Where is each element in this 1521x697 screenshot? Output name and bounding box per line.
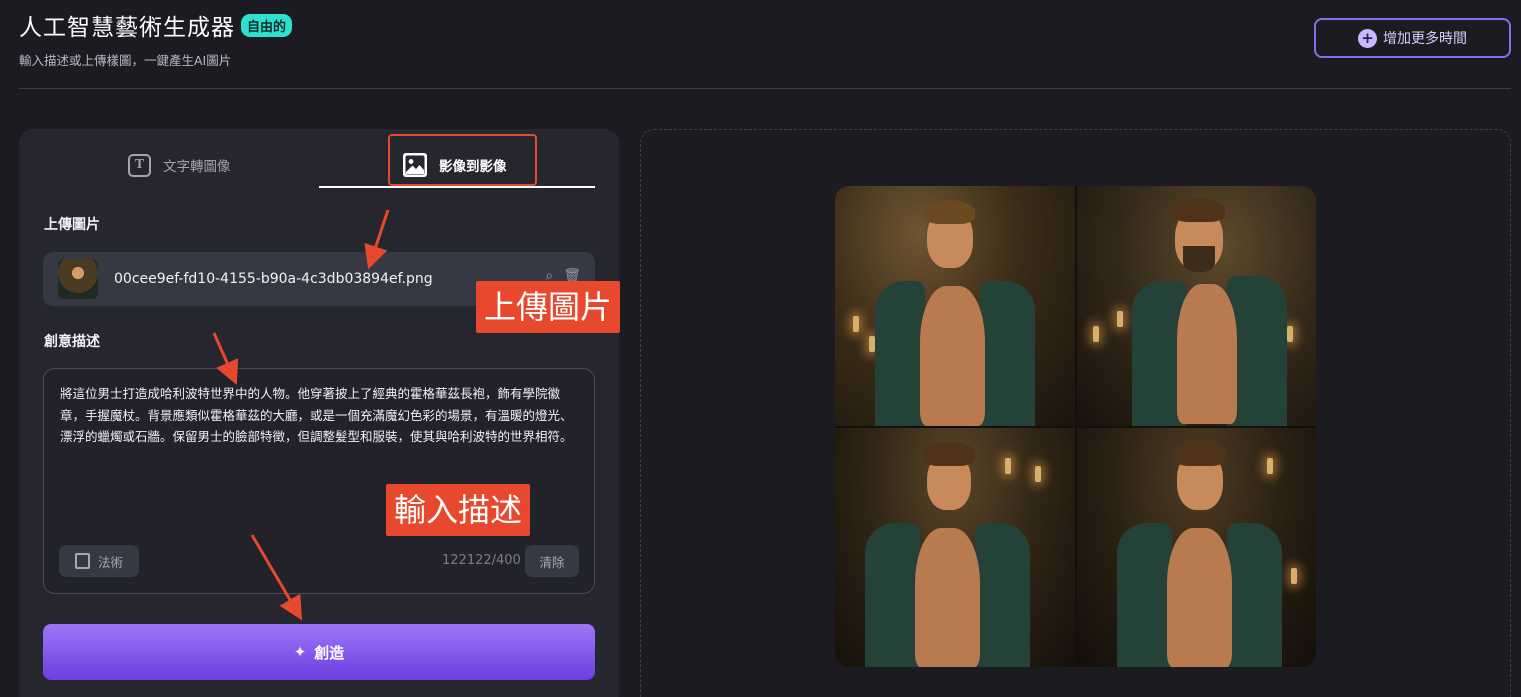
arrow-description [212,332,239,385]
result-preview-area [640,129,1511,697]
app-root: 人工智慧藝術生成器 自由的 輸入描述或上傳樣圖，一鍵產生AI圖片 + 增加更多時… [0,0,1521,697]
generated-image-2[interactable] [1076,186,1316,426]
arrow-create [250,534,303,621]
generated-image-grid[interactable] [835,186,1316,667]
generated-image-4[interactable] [1076,427,1316,667]
generated-image-3[interactable] [835,427,1075,667]
generated-image-1[interactable] [835,186,1075,426]
arrow-upload [364,209,390,270]
